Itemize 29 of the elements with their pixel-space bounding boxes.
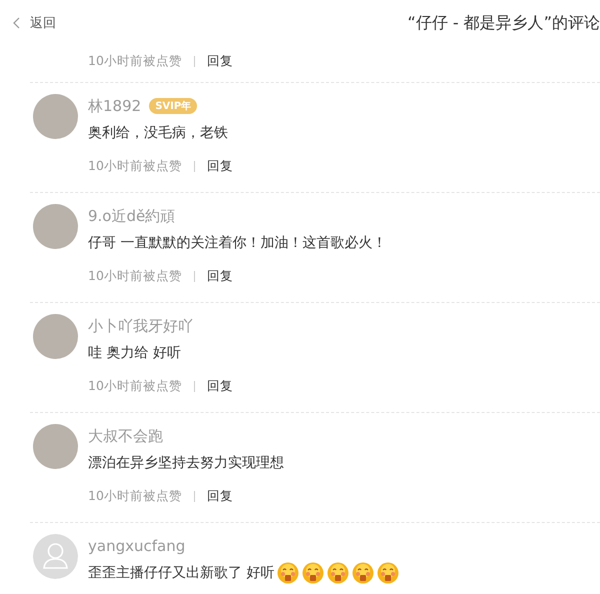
comment-text: 奥利给，没毛病，老铁 [88,124,228,142]
vip-badge: SVIP年 [149,98,198,114]
emoji-icon [302,562,324,584]
emoji-icon [277,562,300,584]
like-time: 10小时前被点赞 [88,488,182,504]
like-time: 10小时前被点赞 [88,52,182,70]
chevron-left-icon [12,17,22,29]
avatar-photo-placeholder [33,94,78,139]
like-time: 10小时前被点赞 [88,268,182,284]
comment-text: 仔哥 一直默默的关注着你！加油！这首歌必火！ [88,234,386,252]
emoji-icon [327,562,350,584]
back-button[interactable]: 返回 [12,14,56,32]
avatar-photo-placeholder [33,204,78,249]
reply-link[interactable]: 回复 [206,378,233,394]
reply-link[interactable]: 回复 [206,488,233,504]
reply-link[interactable]: 回复 [206,268,233,284]
page-title: “仔仔 - 都是异乡人”的评论 [407,12,600,34]
emoji-icon [377,562,400,584]
emoji-icon [352,562,374,584]
reply-link[interactable]: 回复 [206,52,233,70]
comment-text: 漂泊在异乡坚持去努力实现理想 [88,454,284,472]
avatar-photo-placeholder [33,314,78,359]
avatar-photo-placeholder [33,424,78,469]
reply-link[interactable]: 回复 [206,158,233,174]
like-time: 10小时前被点赞 [88,378,182,394]
comment-text: 歪歪主播仔仔又出新歌了 好听 [88,564,274,582]
default-avatar-icon [33,534,78,579]
like-time: 10小时前被点赞 [88,158,182,174]
comment-text: 哇 奥力给 好听 [88,344,181,362]
